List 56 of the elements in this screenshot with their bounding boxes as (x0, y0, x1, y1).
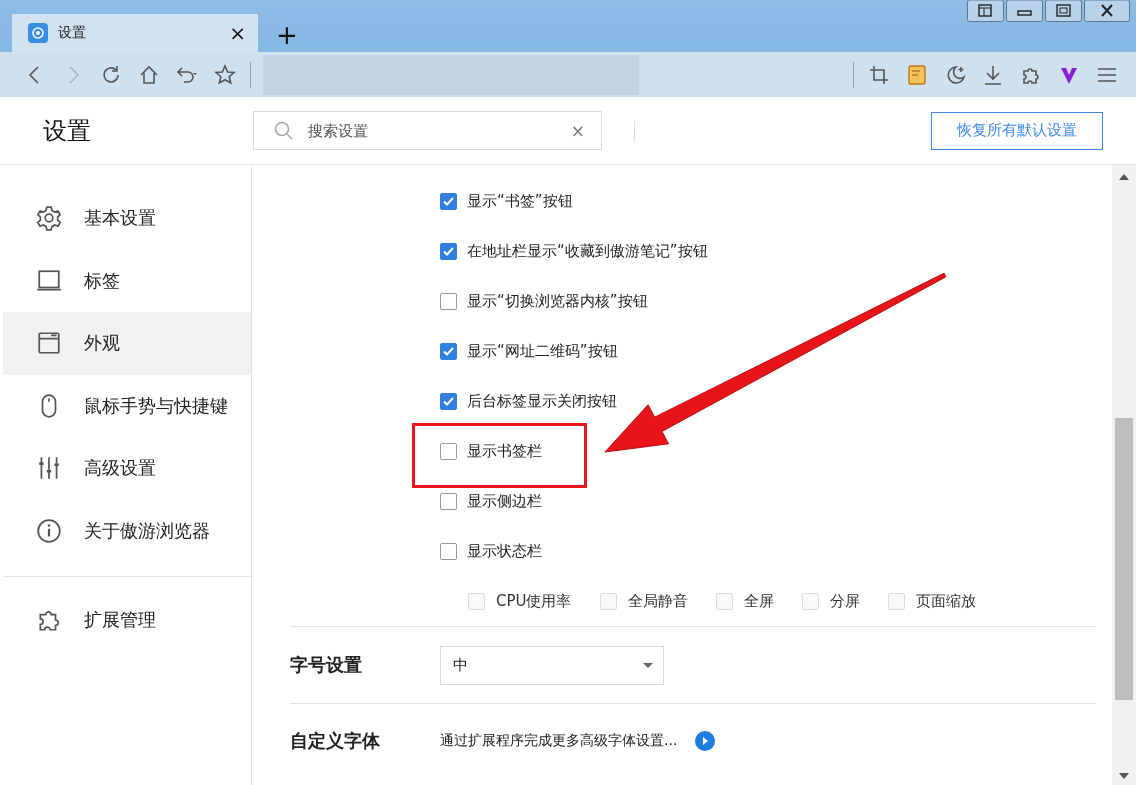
sidebar-item[interactable]: 标签 (3, 249, 251, 312)
tab-title: 设置 (58, 24, 87, 42)
restore-defaults-button[interactable]: 恢复所有默认设置 (931, 111, 1103, 150)
maximize-icon[interactable] (1045, 0, 1082, 22)
window-icon (36, 330, 62, 357)
font-size-dropdown[interactable]: 中 (440, 645, 664, 685)
checkbox-label: 显示状态栏 (467, 541, 542, 561)
scroll-down-icon[interactable] (1119, 773, 1129, 779)
scrollbar[interactable] (1112, 165, 1136, 785)
section-label: 自定义字体 (290, 729, 381, 753)
checkbox-label: 显示“网址二维码”按钮 (467, 341, 618, 361)
info-icon (36, 517, 62, 544)
checkbox[interactable] (440, 442, 457, 460)
clear-search-button[interactable]: × (570, 120, 585, 141)
checkbox[interactable] (440, 192, 457, 210)
description-text: 通过扩展程序完成更多高级字体设置... (440, 732, 678, 750)
browser-tab[interactable]: 设置 × (12, 14, 258, 52)
checkbox-label: 后台标签显示关闭按钮 (467, 391, 617, 411)
sidebar-item[interactable]: 外观 (3, 312, 251, 375)
checkbox-label: 显示侧边栏 (467, 491, 542, 511)
checkbox-label: 显示“切换浏览器内核”按钮 (467, 291, 648, 311)
checkbox[interactable] (440, 292, 457, 310)
checkbox[interactable] (440, 392, 457, 410)
scroll-up-icon[interactable] (1119, 174, 1129, 180)
checkbox-label: 页面缩放 (915, 591, 976, 611)
close-icon[interactable] (1084, 0, 1130, 22)
play-icon[interactable] (695, 731, 716, 751)
checkbox-label: 全屏 (743, 591, 774, 611)
checkbox[interactable] (440, 542, 457, 560)
page-title: 设置 (43, 115, 92, 147)
checkbox[interactable] (440, 342, 457, 360)
sidebar-item[interactable]: 高级设置 (3, 437, 251, 500)
search-icon (274, 120, 294, 141)
sidebar-item[interactable]: 鼠标手势与快捷键 (3, 374, 251, 437)
gear-icon (36, 205, 62, 232)
checkbox-label: 显示“书签”按钮 (467, 191, 573, 211)
checkbox-label: 显示书签栏 (467, 441, 542, 461)
tab-close-button[interactable]: × (229, 23, 246, 43)
sliders-icon (36, 455, 62, 482)
checkbox-label: 分屏 (829, 591, 860, 611)
sidebar-item[interactable]: 关于傲游浏览器 (3, 499, 251, 562)
checkbox[interactable] (440, 242, 457, 260)
checkbox-label: CPU使用率 (496, 591, 572, 611)
minimize-icon[interactable] (1006, 0, 1043, 22)
section-label: 字号设置 (290, 653, 363, 677)
checkbox-label: 全局静音 (627, 591, 688, 611)
checkbox[interactable] (440, 492, 457, 510)
checkbox-label: 在地址栏显示“收藏到傲游笔记”按钮 (467, 241, 708, 261)
sidebar-item[interactable]: 扩展管理 (3, 589, 251, 652)
new-tab-button[interactable]: + (272, 22, 302, 48)
search-field[interactable]: 搜索设置 × (253, 111, 602, 150)
layout-icon[interactable] (967, 0, 1004, 22)
laptop-icon (36, 267, 62, 294)
caret-icon (643, 662, 653, 668)
settings-icon (28, 23, 48, 43)
sidebar-item[interactable]: 基本设置 (3, 187, 251, 250)
